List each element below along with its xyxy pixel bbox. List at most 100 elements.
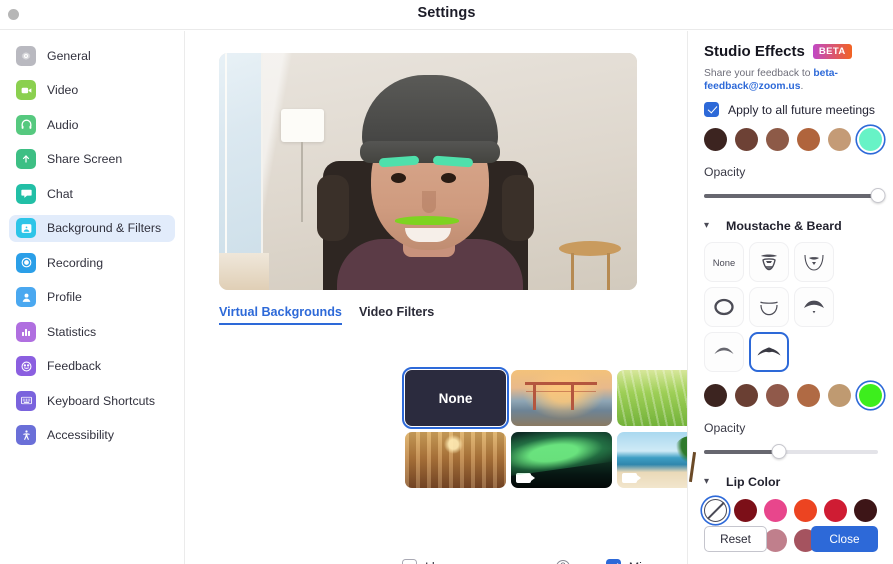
sidebar-item-label: Statistics (47, 325, 96, 339)
preview-mouth (405, 228, 451, 242)
moustache-option-goatee-outline[interactable] (749, 287, 789, 327)
thumbnail-label: None (405, 370, 506, 426)
eyebrow-color-swatches (704, 128, 878, 151)
background-filters-panel: Virtual BackgroundsVideo Filters + None … (186, 31, 686, 564)
preview-moustache (395, 216, 459, 225)
eyebrow-color-swatch-0[interactable] (704, 128, 727, 151)
window-title: Settings (0, 5, 893, 21)
sidebar-item-label: Accessibility (47, 428, 114, 442)
lip-color-none[interactable] (704, 499, 727, 522)
background-thumbnail-none[interactable]: None (405, 370, 506, 426)
eyebrow-color-swatch-2[interactable] (766, 128, 789, 151)
sidebar-item-feedback[interactable]: Feedback (9, 353, 175, 380)
moustache-option-thick-moustache[interactable] (794, 287, 834, 327)
sidebar-item-label: Profile (47, 290, 82, 304)
sidebar-item-video[interactable]: Video (9, 77, 175, 104)
mirror-video-checkbox[interactable] (606, 559, 621, 564)
moustache-color-swatch-5[interactable] (859, 384, 882, 407)
sidebar-item-share-screen[interactable]: Share Screen (9, 146, 175, 173)
background-thumbnail-aurora-borealis[interactable] (511, 432, 612, 488)
moustache-opacity-slider[interactable] (704, 445, 878, 459)
lip-color-dark-red[interactable] (734, 499, 757, 522)
eyebrow-color-swatch-5[interactable] (859, 128, 882, 151)
close-button[interactable]: Close (811, 526, 878, 552)
sidebar-item-chat[interactable]: Chat (9, 180, 175, 207)
slider-fill (704, 450, 779, 454)
bar-chart-icon (16, 322, 36, 342)
settings-window: Settings General Video Audio Share Screen Ch… (0, 0, 893, 564)
preview-lamp-pole (301, 142, 303, 222)
apply-to-all-checkbox[interactable] (704, 102, 719, 117)
eyebrow-color-swatch-4[interactable] (828, 128, 851, 151)
green-screen-label: I have a green screen (425, 560, 545, 564)
record-circle-icon (16, 253, 36, 273)
lip-color-dark-maroon[interactable] (854, 499, 877, 522)
background-thumbnail-hotel-lobby[interactable] (405, 432, 506, 488)
accessibility-icon (16, 425, 36, 445)
apply-all-row: Apply to all future meetings (704, 102, 878, 117)
moustache-color-swatch-4[interactable] (828, 384, 851, 407)
chat-bubble-icon (16, 184, 36, 204)
studio-effects-panel: Studio Effects BETA Share your feedback … (687, 31, 893, 564)
moustache-option-circle-beard[interactable] (704, 287, 744, 327)
moustache-color-swatch-1[interactable] (735, 384, 758, 407)
green-screen-checkbox[interactable] (402, 559, 417, 564)
sidebar-item-label: Recording (47, 256, 103, 270)
moustache-option-none[interactable]: None (704, 242, 744, 282)
eyebrow-opacity-label: Opacity (704, 165, 878, 179)
video-camera-icon (16, 80, 36, 100)
slider-thumb[interactable] (771, 444, 786, 459)
person-icon (16, 287, 36, 307)
sidebar-item-background-filters[interactable]: Background & Filters (9, 215, 175, 242)
sidebar-item-label: Share Screen (47, 152, 122, 166)
moustache-option-label: None (713, 257, 735, 268)
lip-color-section-header[interactable]: ▾ Lip Color (704, 475, 878, 489)
sidebar-item-accessibility[interactable]: Accessibility (9, 422, 175, 449)
studio-effects-header: Studio Effects BETA (704, 43, 878, 60)
tab-video-filters[interactable]: Video Filters (359, 305, 434, 325)
moustache-color-swatch-2[interactable] (766, 384, 789, 407)
eyebrow-color-swatch-1[interactable] (735, 128, 758, 151)
preview-nose (422, 191, 436, 213)
tab-virtual-backgrounds[interactable]: Virtual Backgrounds (219, 305, 342, 325)
sidebar-item-general[interactable]: General (9, 42, 175, 69)
preview-window (219, 53, 263, 253)
sidebar-item-statistics[interactable]: Statistics (9, 318, 175, 345)
moustache-opacity-label: Opacity (704, 421, 878, 435)
sidebar-item-audio[interactable]: Audio (9, 111, 175, 138)
sidebar-item-profile[interactable]: Profile (9, 284, 175, 311)
chevron-down-icon: ▾ (704, 221, 716, 231)
chevron-down-icon: ▾ (704, 477, 716, 487)
moustache-color-swatches (704, 384, 878, 407)
share-screen-icon (16, 149, 36, 169)
moustache-beard-section-header[interactable]: ▾ Moustache & Beard (704, 219, 878, 233)
moustache-option-handlebar-moustache[interactable] (749, 332, 789, 372)
sidebar-item-keyboard-shortcuts[interactable]: Keyboard Shortcuts (9, 387, 175, 414)
studio-effects-title: Studio Effects (704, 43, 805, 60)
apply-to-all-label: Apply to all future meetings (728, 103, 875, 117)
preview-stool-leg (607, 253, 610, 290)
window-titlebar: Settings (0, 0, 893, 30)
lip-color-pink[interactable] (764, 499, 787, 522)
moustache-option-thin-moustache[interactable] (704, 332, 744, 372)
moustache-option-chin-strap[interactable] (794, 242, 834, 282)
headphones-icon (16, 115, 36, 135)
settings-sidebar: General Video Audio Share Screen Chat Backgro… (0, 31, 185, 564)
moustache-color-swatch-3[interactable] (797, 384, 820, 407)
smiley-face-icon (16, 356, 36, 376)
background-thumbnail-golden-gate-bridge[interactable] (511, 370, 612, 426)
eyebrow-color-swatch-3[interactable] (797, 128, 820, 151)
eyebrow-opacity-slider[interactable] (704, 189, 878, 203)
preview-stool-leg (571, 253, 574, 290)
slider-thumb[interactable] (871, 188, 886, 203)
lip-color-title: Lip Color (726, 475, 780, 489)
sidebar-item-recording[interactable]: Recording (9, 249, 175, 276)
moustache-option-full-beard[interactable] (749, 242, 789, 282)
lip-color-crimson[interactable] (824, 499, 847, 522)
sidebar-item-label: General (47, 49, 91, 63)
help-icon[interactable]: ? (556, 560, 570, 564)
moustache-color-swatch-0[interactable] (704, 384, 727, 407)
lip-color-orange-red[interactable] (794, 499, 817, 522)
reset-button[interactable]: Reset (704, 526, 767, 552)
sidebar-item-label: Video (47, 83, 78, 97)
